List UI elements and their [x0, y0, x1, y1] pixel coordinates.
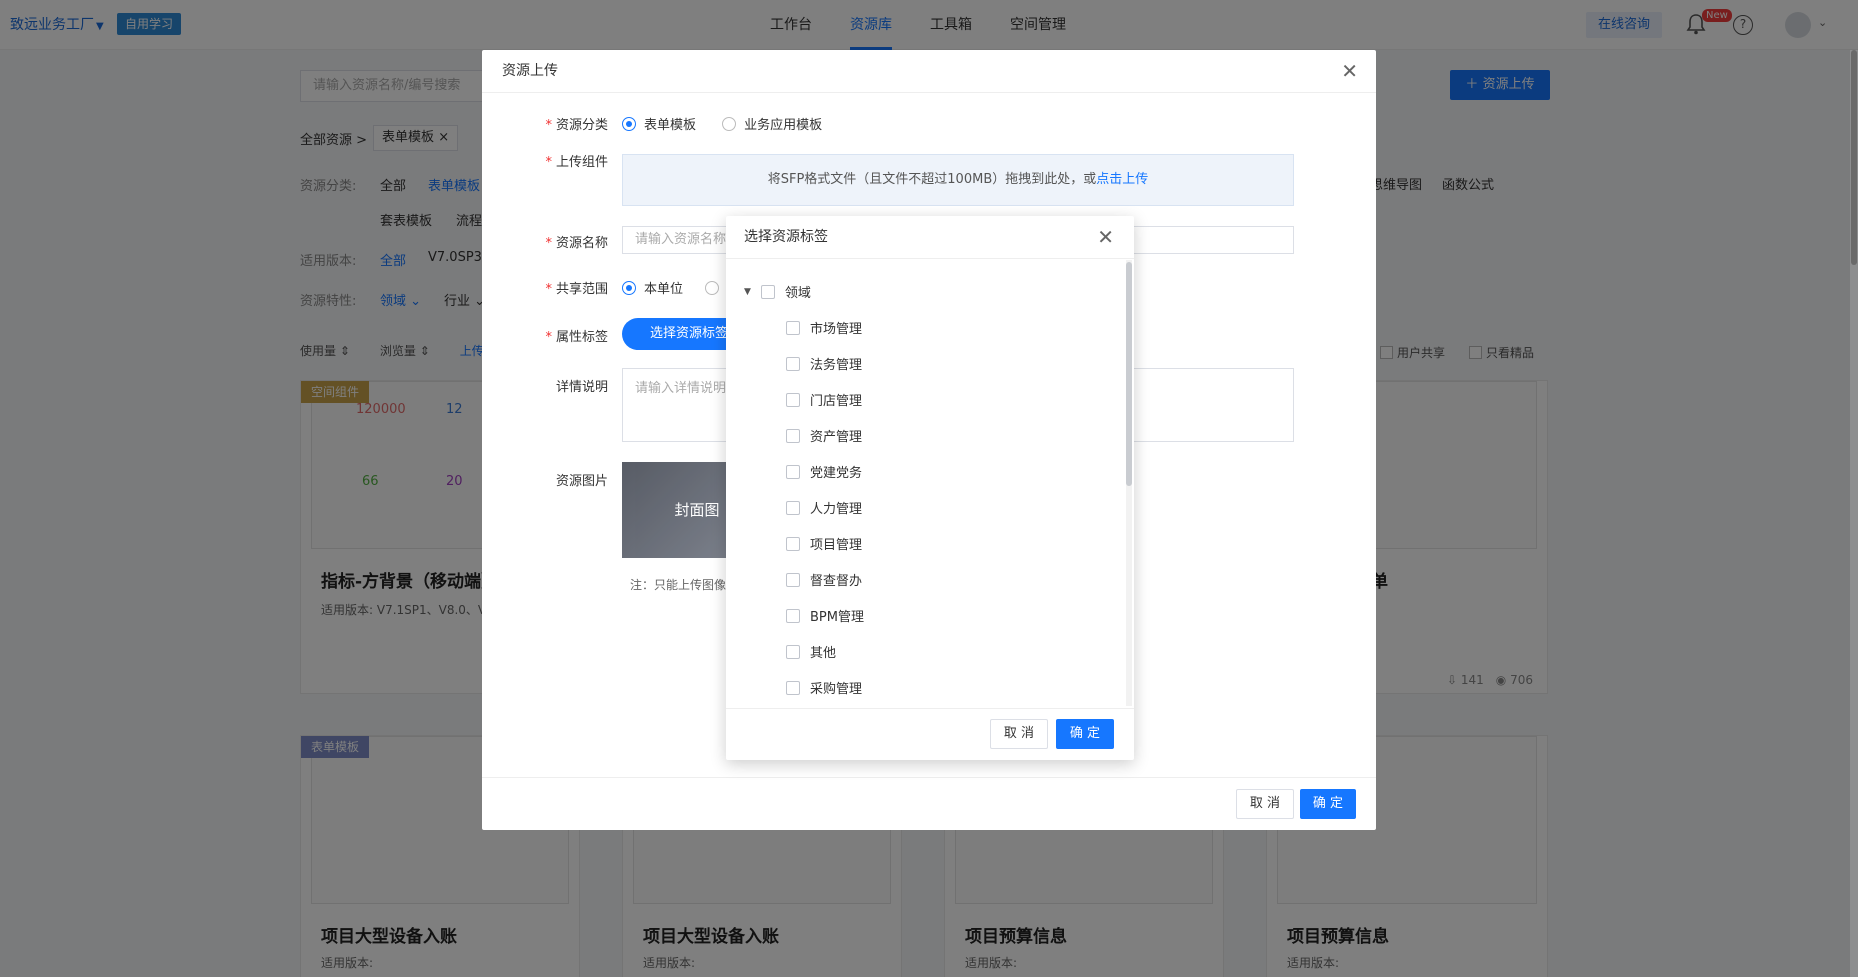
checkbox[interactable]	[786, 680, 800, 695]
tree-node-label: 项目管理	[810, 538, 863, 553]
tag-tree: ▼ 领域 市场管理 法务管理 门店管理 资产管理 党建党务 人力管理 项目管理 督…	[726, 260, 1124, 706]
tag-dialog-footer: 取 消 确 定	[726, 708, 1134, 760]
scrollbar-thumb[interactable]	[1851, 50, 1857, 265]
dropzone-text: 将SFP格式文件（且文件不超过100MB）拖拽到此处，或	[767, 172, 1097, 187]
tree-node-label: BPM管理	[810, 610, 864, 625]
radio-own-unit[interactable]: 本单位	[622, 281, 684, 297]
tree-node[interactable]: 市场管理	[786, 318, 862, 337]
tree-node[interactable]: 法务管理	[786, 354, 862, 373]
tree-node-label: 法务管理	[810, 358, 863, 373]
checkbox[interactable]	[786, 500, 800, 515]
tree-node[interactable]: 采购管理	[786, 678, 862, 697]
tree-node-label: 市场管理	[810, 322, 863, 337]
radio-icon[interactable]	[705, 281, 720, 295]
category-label-text: 资源分类	[555, 118, 608, 133]
upload-confirm-button[interactable]: 确 定	[1300, 789, 1356, 819]
tree-node-label: 人力管理	[810, 502, 863, 517]
tree-node[interactable]: 督查督办	[786, 570, 862, 589]
radio-form-template[interactable]: 表单模板	[622, 117, 697, 133]
tag-dialog-title: 选择资源标签	[744, 229, 828, 245]
tree-node-label: 督查督办	[810, 574, 863, 589]
component-label-text: 上传组件	[555, 155, 608, 170]
attribute-tag-label-text: 属性标签	[555, 330, 608, 345]
checkbox[interactable]	[786, 608, 800, 623]
select-tag-dialog: 选择资源标签 ✕ ▼ 领域 市场管理 法务管理 门店管理 资产管理 党建党务 人力…	[726, 216, 1134, 760]
radio-icon[interactable]	[722, 117, 737, 131]
close-icon[interactable]: ✕	[1097, 216, 1114, 259]
tree-node[interactable]: 项目管理	[786, 534, 862, 553]
attribute-tag-label: * 属性标签	[545, 330, 608, 345]
upload-dropzone[interactable]: 将SFP格式文件（且文件不超过100MB）拖拽到此处，或点击上传	[622, 154, 1294, 206]
upload-cancel-button[interactable]: 取 消	[1236, 789, 1294, 819]
radio-form-template-label: 表单模板	[644, 118, 697, 133]
image-note: 注：只能上传图像	[630, 578, 727, 592]
tree-node-label: 资产管理	[810, 430, 863, 445]
caret-down-icon[interactable]: ▼	[744, 287, 751, 297]
component-label: * 上传组件	[545, 155, 608, 170]
checkbox[interactable]	[786, 464, 800, 479]
close-icon[interactable]: ✕	[1341, 50, 1358, 93]
category-radio-group: 表单模板 业务应用模板	[622, 114, 822, 133]
upload-dialog-footer: 取 消 确 定	[482, 777, 1376, 830]
radio-icon[interactable]	[622, 281, 636, 295]
radio-business-app-label: 业务应用模板	[744, 118, 823, 133]
scrollbar-thumb[interactable]	[1126, 262, 1132, 486]
radio-other-scope[interactable]	[705, 281, 727, 297]
tree-node[interactable]: 其他	[786, 642, 836, 661]
tree-node-label: 领域	[784, 286, 811, 301]
radio-business-app-template[interactable]: 业务应用模板	[722, 117, 823, 133]
checkbox[interactable]	[760, 284, 775, 299]
tree-node[interactable]: BPM管理	[786, 606, 864, 625]
checkbox[interactable]	[786, 536, 800, 551]
tree-node[interactable]: 党建党务	[786, 462, 862, 481]
page-scrollbar[interactable]	[1850, 50, 1858, 977]
name-label: * 资源名称	[545, 236, 608, 251]
upload-dialog-title: 资源上传	[502, 63, 558, 79]
checkbox[interactable]	[786, 320, 800, 335]
radio-icon[interactable]	[622, 117, 636, 131]
upload-dialog-header: 资源上传 ✕	[482, 50, 1376, 93]
scope-label-text: 共享范围	[555, 282, 608, 297]
category-label: * 资源分类	[545, 118, 608, 133]
tag-dialog-header: 选择资源标签 ✕	[726, 216, 1134, 259]
tree-node-label: 其他	[810, 646, 837, 661]
tree-node[interactable]: 人力管理	[786, 498, 862, 517]
tree-node[interactable]: 资产管理	[786, 426, 862, 445]
tree-node-label: 党建党务	[810, 466, 863, 481]
checkbox[interactable]	[786, 356, 800, 371]
tree-node-label: 采购管理	[810, 682, 863, 697]
name-label-text: 资源名称	[555, 236, 608, 251]
tag-confirm-button[interactable]: 确 定	[1056, 719, 1114, 749]
tree-node[interactable]: 门店管理	[786, 390, 862, 409]
radio-own-unit-label: 本单位	[644, 282, 684, 297]
image-label: 资源图片	[555, 474, 608, 489]
checkbox[interactable]	[786, 392, 800, 407]
checkbox[interactable]	[786, 644, 800, 659]
tree-node-label: 门店管理	[810, 394, 863, 409]
scope-radio-group: 本单位	[622, 278, 727, 297]
tree-node-root[interactable]: ▼ 领域	[744, 282, 811, 301]
click-upload-link[interactable]: 点击上传	[1096, 172, 1148, 187]
checkbox[interactable]	[786, 428, 800, 443]
detail-label: 详情说明	[555, 380, 608, 395]
checkbox[interactable]	[786, 572, 800, 587]
tag-cancel-button[interactable]: 取 消	[990, 719, 1048, 749]
tag-tree-scrollbar[interactable]	[1126, 260, 1132, 706]
scope-label: * 共享范围	[545, 282, 608, 297]
